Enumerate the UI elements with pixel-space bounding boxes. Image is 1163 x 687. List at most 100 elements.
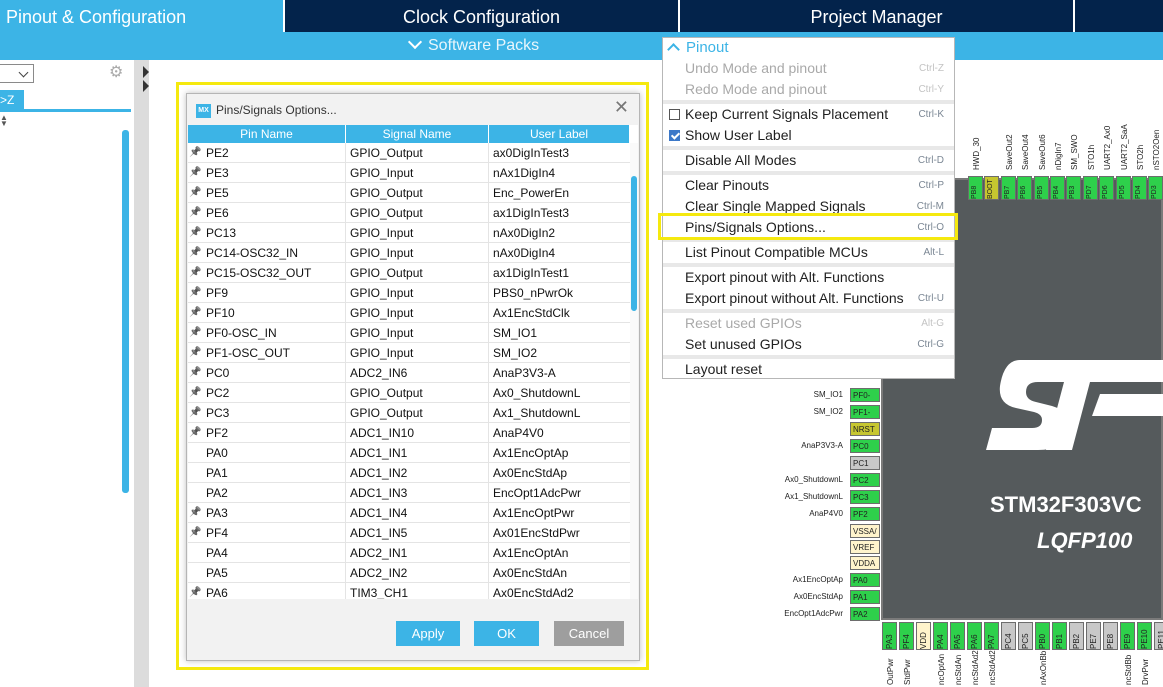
chip-pin[interactable]: PD5 (1115, 176, 1131, 200)
table-row[interactable]: 📌 PC3 GPIO_Output Ax1_ShutdownL (188, 403, 631, 423)
chip-pin[interactable]: PD6 (1099, 176, 1115, 200)
user-label-cell[interactable]: Ax1EncStdClk (489, 303, 631, 323)
chip-pin[interactable]: VDD (916, 622, 931, 650)
user-label-cell[interactable]: Ax0_ShutdownL (489, 383, 631, 403)
chip-pin[interactable]: PE9 (1120, 622, 1135, 650)
table-row[interactable]: 📌 PF10 GPIO_Input Ax1EncStdClk (188, 303, 631, 323)
chip-pin[interactable]: PA6 (967, 622, 982, 650)
table-row[interactable]: 📌 PF9 GPIO_Input PBS0_nPwrOk (188, 283, 631, 303)
table-row[interactable]: 📌 PC2 GPIO_Output Ax0_ShutdownL (188, 383, 631, 403)
menu-item-keep-current-signals-placement[interactable]: Keep Current Signals Placement Ctrl-K (663, 104, 954, 125)
table-row[interactable]: 📌 PF4 ADC1_IN5 Ax01EncStdPwr (188, 523, 631, 543)
pinout-menu-header[interactable]: Pinout (663, 38, 954, 58)
user-label-cell[interactable]: ax1DigInTest1 (489, 263, 631, 283)
chip-pin[interactable]: PB0 (1035, 622, 1050, 650)
close-icon[interactable]: ✕ (614, 98, 629, 116)
table-row[interactable]: 📌 PE6 GPIO_Output ax1DigInTest3 (188, 203, 631, 223)
table-row[interactable]: 📌 PF2 ADC1_IN10 AnaP4V0 (188, 423, 631, 443)
chip-pin[interactable]: NRST (850, 422, 880, 436)
chip-pin[interactable]: VSSA/ (850, 524, 880, 538)
chip-pin[interactable]: PC1 (850, 456, 880, 470)
table-row[interactable]: 📌 PC14-OSC32_IN GPIO_Input nAx0DigIn4 (188, 243, 631, 263)
table-row[interactable]: PA5 ADC2_IN2 Ax0EncStdAn (188, 563, 631, 583)
chip-pin[interactable]: PC0 (850, 439, 880, 453)
chip-pin[interactable]: PB1 (1052, 622, 1067, 650)
chip-pin[interactable]: PE11 (1154, 622, 1163, 650)
user-label-cell[interactable]: nAx0DigIn2 (489, 223, 631, 243)
chip-pin[interactable]: PA5 (950, 622, 965, 650)
table-row[interactable]: 📌 PA3 ADC1_IN4 Ax1EncOptPwr (188, 503, 631, 523)
chip-pin[interactable]: PB4 (1050, 176, 1065, 200)
chip-pin[interactable]: PE7 (1086, 622, 1101, 650)
table-scrollbar-thumb[interactable] (631, 176, 637, 311)
chip-pin[interactable]: PA2 (850, 607, 880, 621)
tab-pinout-configuration[interactable]: Pinout & Configuration (0, 0, 283, 32)
chip-pin[interactable]: PB6 (1017, 176, 1033, 200)
user-label-cell[interactable]: SM_IO1 (489, 323, 631, 343)
chip-pin[interactable]: PB8 (968, 176, 983, 200)
user-label-cell[interactable]: AnaP3V3-A (489, 363, 631, 383)
table-row[interactable]: 📌 PC15-OSC32_OUT GPIO_Output ax1DigInTest1 (188, 263, 631, 283)
user-label-cell[interactable]: PBS0_nPwrOk (489, 283, 631, 303)
user-label-cell[interactable]: Ax1EncOptAn (489, 543, 631, 563)
user-label-cell[interactable]: ax0DigInTest3 (489, 143, 631, 163)
chip-pin[interactable]: PF0- (850, 388, 880, 402)
chip-pin[interactable]: PF4 (899, 622, 914, 650)
user-label-cell[interactable]: Ax01EncStdPwr (489, 523, 631, 543)
menu-item-list-pinout-compatible-mcus[interactable]: List Pinout Compatible MCUs Alt-L (663, 242, 954, 263)
chip-pin[interactable]: PA0 (850, 573, 880, 587)
tab-project-manager[interactable]: Project Manager (680, 0, 1073, 32)
table-scrollbar[interactable] (630, 143, 638, 599)
table-row[interactable]: 📌 PC0 ADC2_IN6 AnaP3V3-A (188, 363, 631, 383)
apply-button[interactable]: Apply (396, 621, 460, 646)
ok-button[interactable]: OK (474, 621, 539, 646)
sort-az-button[interactable]: >Z (0, 90, 24, 110)
tab-clock-configuration[interactable]: Clock Configuration (285, 0, 678, 32)
chip-pin[interactable]: PC5 (1018, 622, 1033, 650)
gear-icon[interactable]: ⚙ (109, 65, 125, 81)
chip-pin[interactable]: PD7 (1082, 176, 1098, 200)
table-row[interactable]: 📌 PE5 GPIO_Output Enc_PowerEn (188, 183, 631, 203)
left-panel-scrollbar[interactable] (122, 130, 129, 493)
user-label-cell[interactable]: SM_IO2 (489, 343, 631, 363)
menu-item-clear-pinouts[interactable]: Clear Pinouts Ctrl-P (663, 175, 954, 196)
chip-pin[interactable]: PA1 (850, 590, 880, 604)
user-label-cell[interactable]: Ax0EncStdAd2 (489, 583, 631, 599)
menu-item-export-pinout-without-alt-functions[interactable]: Export pinout without Alt. Functions Ctrl… (663, 288, 954, 309)
user-label-cell[interactable]: Ax0EncStdAp (489, 463, 631, 483)
chip-pin[interactable]: PB3 (1066, 176, 1082, 200)
cancel-button[interactable]: Cancel (554, 621, 624, 646)
user-label-cell[interactable]: Ax1EncOptPwr (489, 503, 631, 523)
chip-pin[interactable]: PE10 (1137, 622, 1152, 650)
user-label-cell[interactable]: nAx0DigIn4 (489, 243, 631, 263)
table-row[interactable]: 📌 PE3 GPIO_Input nAx1DigIn4 (188, 163, 631, 183)
user-label-cell[interactable]: ax1DigInTest3 (489, 203, 631, 223)
chip-pin[interactable]: PB7 (1000, 176, 1016, 200)
sort-arrows-icon[interactable]: ▲ ▼ (0, 114, 8, 128)
table-row[interactable]: PA0 ADC1_IN1 Ax1EncOptAp (188, 443, 631, 463)
checkbox[interactable] (669, 109, 680, 120)
table-row[interactable]: 📌 PC13 GPIO_Input nAx0DigIn2 (188, 223, 631, 243)
chip-pin[interactable]: VDDA (850, 556, 880, 570)
table-row[interactable]: 📌 PA6 TIM3_CH1 Ax0EncStdAd2 (188, 583, 631, 599)
table-row[interactable]: PA4 ADC2_IN1 Ax1EncOptAn (188, 543, 631, 563)
user-label-cell[interactable]: nAx1DigIn4 (489, 163, 631, 183)
chip-pin[interactable]: PF2 (850, 507, 880, 521)
table-row[interactable]: 📌 PE2 GPIO_Output ax0DigInTest3 (188, 143, 631, 163)
user-label-cell[interactable]: Ax1_ShutdownL (489, 403, 631, 423)
chip-pin[interactable]: PC3 (850, 490, 880, 504)
checkbox-checked[interactable] (669, 130, 680, 141)
chip-pin[interactable]: PB5 (1033, 176, 1049, 200)
column-header-user-label[interactable]: User Label (489, 125, 630, 143)
chip-pin[interactable]: PB2 (1069, 622, 1084, 650)
user-label-cell[interactable]: EncOpt1AdcPwr (489, 483, 631, 503)
chip-pin[interactable]: PC4 (1001, 622, 1016, 650)
panel-splitter[interactable] (134, 60, 149, 687)
chip-pin[interactable]: PE8 (1103, 622, 1118, 650)
menu-item-set-unused-gpios[interactable]: Set unused GPIOs Ctrl-G (663, 334, 954, 355)
menu-item-show-user-label[interactable]: Show User Label (663, 125, 954, 146)
chip-pin[interactable]: PC2 (850, 473, 880, 487)
category-select[interactable] (0, 64, 34, 83)
table-row[interactable]: PA1 ADC1_IN2 Ax0EncStdAp (188, 463, 631, 483)
menu-item-export-pinout-with-alt-functions[interactable]: Export pinout with Alt. Functions (663, 267, 954, 288)
